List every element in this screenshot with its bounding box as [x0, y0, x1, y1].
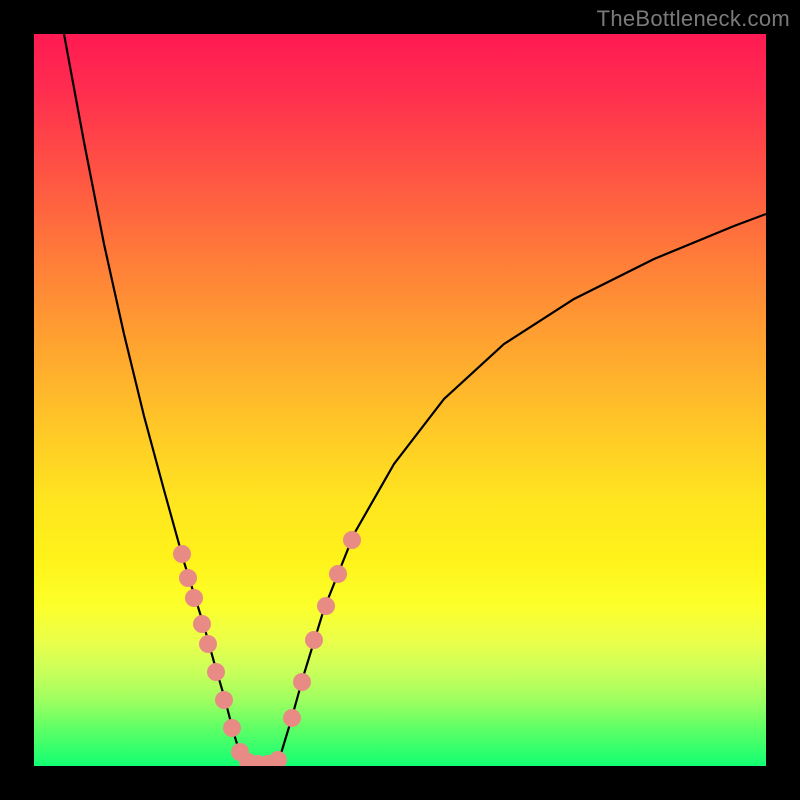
- plot-area: [34, 34, 766, 766]
- data-point-marker: [305, 631, 323, 649]
- data-point-marker: [223, 719, 241, 737]
- data-point-marker: [343, 531, 361, 549]
- chart-svg: [34, 34, 766, 766]
- data-point-marker: [293, 673, 311, 691]
- data-point-marker: [215, 691, 233, 709]
- chart-frame: TheBottleneck.com: [0, 0, 800, 800]
- data-point-marker: [207, 663, 225, 681]
- data-point-marker: [185, 589, 203, 607]
- data-point-marker: [283, 709, 301, 727]
- watermark-text: TheBottleneck.com: [597, 6, 790, 32]
- data-point-marker: [193, 615, 211, 633]
- data-point-marker: [269, 751, 287, 766]
- data-point-marker: [199, 635, 217, 653]
- left-curve: [64, 34, 242, 760]
- data-point-marker: [329, 565, 347, 583]
- data-point-marker: [173, 545, 191, 563]
- data-point-marker: [317, 597, 335, 615]
- data-point-markers: [173, 531, 361, 766]
- data-point-marker: [179, 569, 197, 587]
- right-curve: [279, 214, 766, 760]
